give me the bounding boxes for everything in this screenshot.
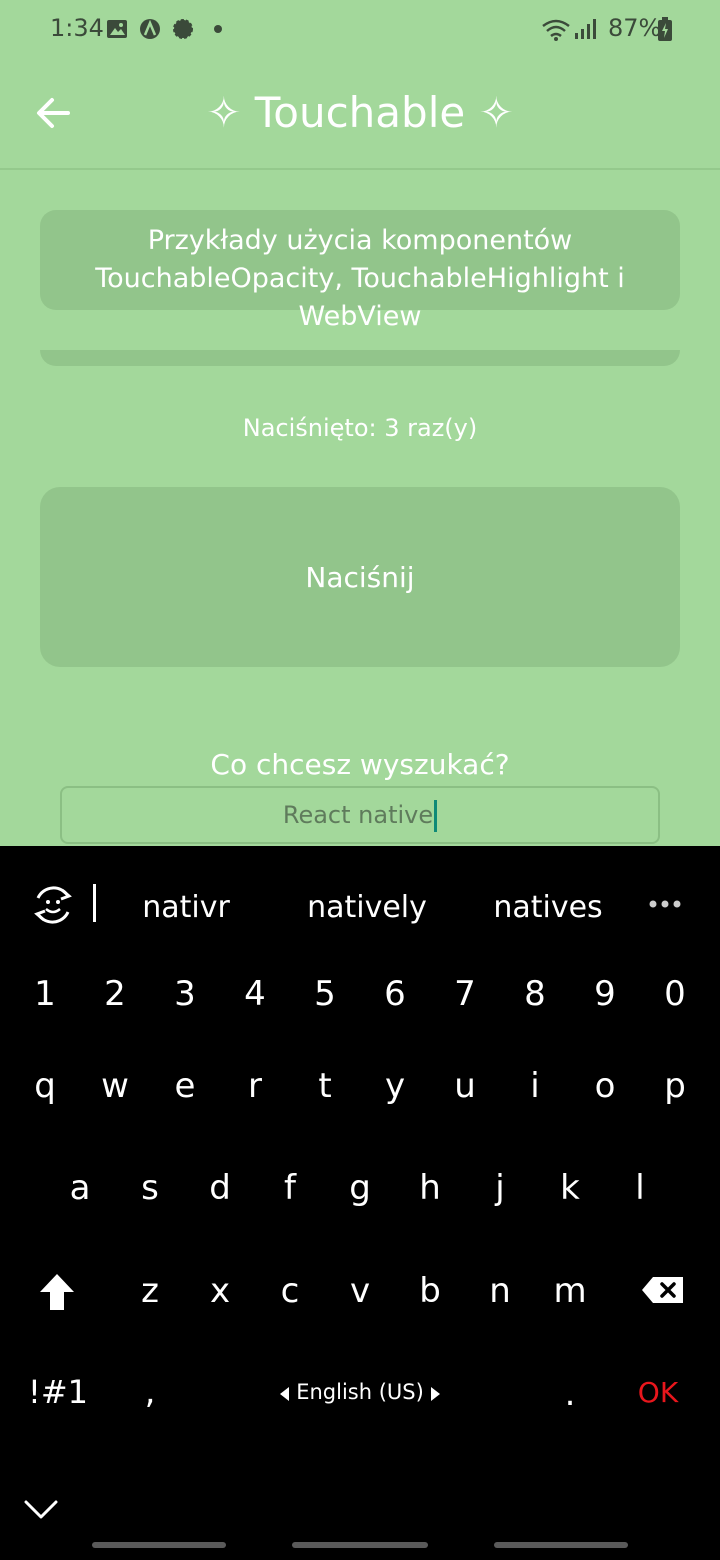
key-j[interactable]: j	[465, 1168, 535, 1208]
key-5[interactable]: 5	[290, 974, 360, 1014]
key-o[interactable]: o	[570, 1066, 640, 1106]
key-i[interactable]: i	[500, 1066, 570, 1106]
key-d[interactable]: d	[185, 1168, 255, 1208]
key-a[interactable]: a	[45, 1168, 115, 1208]
chevron-right-icon	[431, 1387, 440, 1401]
search-input[interactable]: React native	[60, 786, 660, 844]
key-g[interactable]: g	[325, 1168, 395, 1208]
key-y[interactable]: y	[360, 1066, 430, 1106]
key-z[interactable]: z	[115, 1271, 185, 1311]
text-cursor	[434, 800, 438, 832]
wifi-icon	[542, 19, 570, 41]
key-7[interactable]: 7	[430, 974, 500, 1014]
period-key[interactable]: .	[535, 1374, 605, 1414]
nav-back-bar[interactable]	[494, 1542, 628, 1548]
key-f[interactable]: f	[255, 1168, 325, 1208]
nav-home-bar[interactable]	[292, 1542, 428, 1548]
key-u[interactable]: u	[430, 1066, 500, 1106]
app-bar: ✧ Touchable ✧	[0, 60, 720, 170]
nav-recents-bar[interactable]	[92, 1542, 226, 1548]
spacebar[interactable]: English (US)	[270, 1378, 450, 1418]
search-input-value: React native	[282, 801, 434, 829]
key-6[interactable]: 6	[360, 974, 430, 1014]
hide-keyboard-icon[interactable]	[24, 1500, 58, 1520]
key-n[interactable]: n	[465, 1271, 535, 1311]
header-line-2: TouchableOpacity, TouchableHighlight i W…	[95, 263, 625, 332]
page-title: ✧ Touchable ✧	[206, 88, 514, 137]
search-label: Co chcesz wyszukać?	[210, 748, 510, 781]
press-count-text: Naciśnięto: 3 raz(y)	[242, 414, 478, 442]
key-e[interactable]: e	[150, 1066, 220, 1106]
key-x[interactable]: x	[185, 1271, 255, 1311]
comma-key[interactable]: ,	[115, 1372, 185, 1412]
key-l[interactable]: l	[605, 1168, 675, 1208]
key-q[interactable]: q	[10, 1066, 80, 1106]
key-4[interactable]: 4	[220, 974, 290, 1014]
key-b[interactable]: b	[395, 1271, 465, 1311]
key-8[interactable]: 8	[500, 974, 570, 1014]
scrolled-card-edge	[40, 350, 680, 366]
key-w[interactable]: w	[80, 1066, 150, 1106]
key-s[interactable]: s	[115, 1168, 185, 1208]
press-button[interactable]: Naciśnij	[40, 487, 680, 667]
more-options-icon[interactable]	[648, 898, 682, 910]
suggestion-1[interactable]: nativr	[96, 890, 276, 925]
symbols-key[interactable]: !#1	[28, 1373, 108, 1411]
key-1[interactable]: 1	[10, 974, 80, 1014]
signal-app-icon	[173, 19, 193, 39]
emoji-refresh-icon[interactable]	[30, 882, 76, 928]
key-t[interactable]: t	[290, 1066, 360, 1106]
key-m[interactable]: m	[535, 1271, 605, 1311]
keyboard: nativr natively natives 1 2 3 4 5 6 7 8 …	[0, 846, 720, 1560]
header-line-1: Przykłady użycia komponentów	[147, 225, 573, 256]
key-k[interactable]: k	[535, 1168, 605, 1208]
key-p[interactable]: p	[640, 1066, 710, 1106]
language-label: English (US)	[296, 1380, 424, 1404]
battery-percent: 87%	[608, 14, 662, 42]
key-r[interactable]: r	[220, 1066, 290, 1106]
key-v[interactable]: v	[325, 1271, 395, 1311]
key-0[interactable]: 0	[640, 974, 710, 1014]
ok-key[interactable]: OK	[620, 1376, 696, 1409]
suggestion-3[interactable]: natives	[458, 890, 638, 925]
dot-icon	[214, 25, 222, 33]
battery-charging-icon	[658, 17, 672, 41]
cell-signal-icon	[575, 19, 596, 39]
status-bar: 1:34 87%	[0, 0, 720, 60]
a-circle-icon	[140, 19, 160, 39]
shift-icon[interactable]	[38, 1272, 76, 1312]
key-9[interactable]: 9	[570, 974, 640, 1014]
key-c[interactable]: c	[255, 1271, 325, 1311]
status-time: 1:34	[50, 14, 104, 42]
key-2[interactable]: 2	[80, 974, 150, 1014]
header-card: Przykłady użycia komponentów TouchableOp…	[40, 210, 680, 332]
key-h[interactable]: h	[395, 1168, 465, 1208]
suggestion-2[interactable]: natively	[277, 890, 457, 925]
image-icon	[107, 20, 127, 38]
backspace-icon[interactable]	[641, 1276, 685, 1304]
key-3[interactable]: 3	[150, 974, 220, 1014]
